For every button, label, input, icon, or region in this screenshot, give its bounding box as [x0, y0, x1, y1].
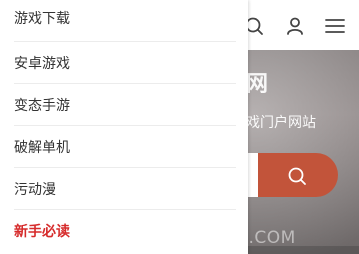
search-button[interactable] [258, 153, 338, 197]
menu-icon[interactable] [325, 16, 345, 36]
menu-item-android-games[interactable]: 安卓游戏 [14, 42, 236, 84]
menu-item-label: 新手必读 [14, 224, 70, 240]
user-icon[interactable] [285, 16, 305, 36]
menu-item-label: 破解单机 [14, 140, 70, 156]
menu-item-label: 安卓游戏 [14, 56, 70, 72]
menu-item-modded-mobile-games[interactable]: 变态手游 [14, 84, 236, 126]
menu-item-cracked-single-player[interactable]: 破解单机 [14, 126, 236, 168]
app-root: 网 戏门户网站 应用 • HUACHUANGZS.COM 游戏下载 安卓游戏 变… [0, 0, 359, 254]
menu-item-beginners-guide[interactable]: 新手必读 [14, 210, 236, 252]
drawer-menu: 游戏下载 安卓游戏 变态手游 破解单机 污动漫 新手必读 [0, 0, 248, 252]
hero-headline: 网 [246, 72, 269, 97]
menu-item-label: 变态手游 [14, 98, 70, 114]
menu-item-anime[interactable]: 污动漫 [14, 168, 236, 210]
menu-item-label: 游戏下载 [14, 11, 70, 27]
search-icon [287, 166, 306, 185]
menu-item-game-download[interactable]: 游戏下载 [14, 0, 236, 42]
nav-drawer: 游戏下载 安卓游戏 变态手游 破解单机 污动漫 新手必读 [0, 0, 248, 254]
menu-item-label: 污动漫 [14, 182, 56, 198]
hero-subtitle: 戏门户网站 [246, 115, 316, 131]
